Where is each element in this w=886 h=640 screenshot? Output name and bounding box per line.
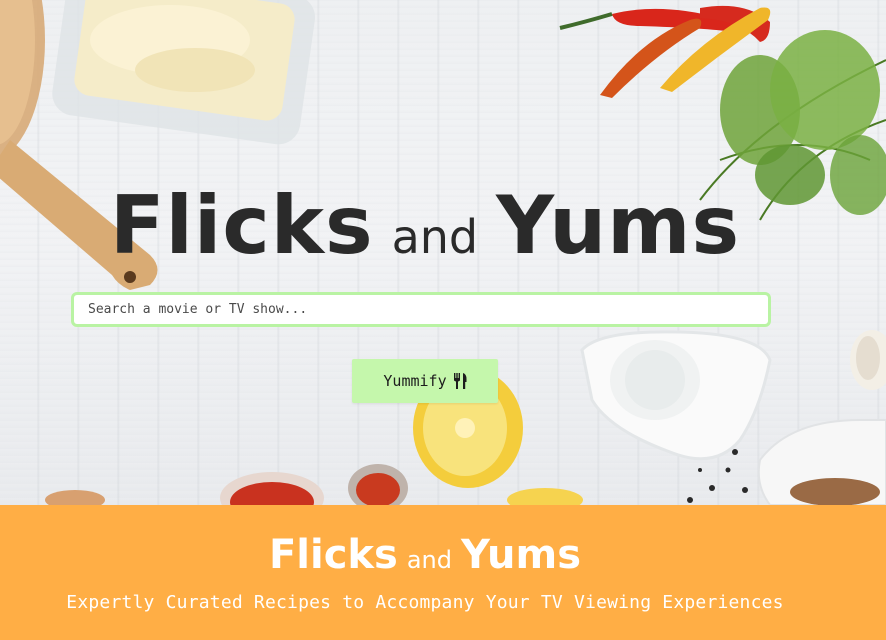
lemon-slice-image bbox=[507, 488, 583, 505]
yummify-button-label: Yummify bbox=[383, 372, 447, 390]
garlic-image bbox=[850, 330, 886, 390]
bowl-image bbox=[757, 419, 886, 505]
banner-title-and: and bbox=[406, 546, 452, 574]
banner-title-flicks: Flicks bbox=[268, 532, 398, 578]
search-input[interactable] bbox=[71, 292, 771, 327]
juicer-image bbox=[580, 330, 772, 461]
hero-section: FlicksandYums Yummify bbox=[0, 0, 886, 505]
hero-title: Flicks and Yums bbox=[0, 186, 850, 266]
yummify-button[interactable]: Yummify bbox=[352, 359, 498, 403]
banner-title-yums: Yums bbox=[461, 532, 582, 578]
landing-page: Flicks and Yums Yummify Flicks and Yums Expe… bbox=[0, 0, 886, 640]
fork-knife-icon bbox=[453, 373, 467, 389]
hero-title-flicks: Flicks bbox=[109, 179, 374, 272]
hero-title-and: and bbox=[391, 210, 479, 264]
banner-tagline: Expertly Curated Recipes to Accompany Yo… bbox=[66, 592, 784, 613]
wood-bowl-image bbox=[45, 490, 105, 505]
butter-dish-image bbox=[52, 0, 316, 145]
tagline-banner: Flicks and Yums Expertly Curated Recipes t… bbox=[0, 505, 886, 640]
salsa-jars-image bbox=[220, 464, 408, 505]
hero-title-yums: Yums bbox=[496, 179, 741, 272]
banner-title: Flicks and Yums bbox=[0, 535, 850, 575]
